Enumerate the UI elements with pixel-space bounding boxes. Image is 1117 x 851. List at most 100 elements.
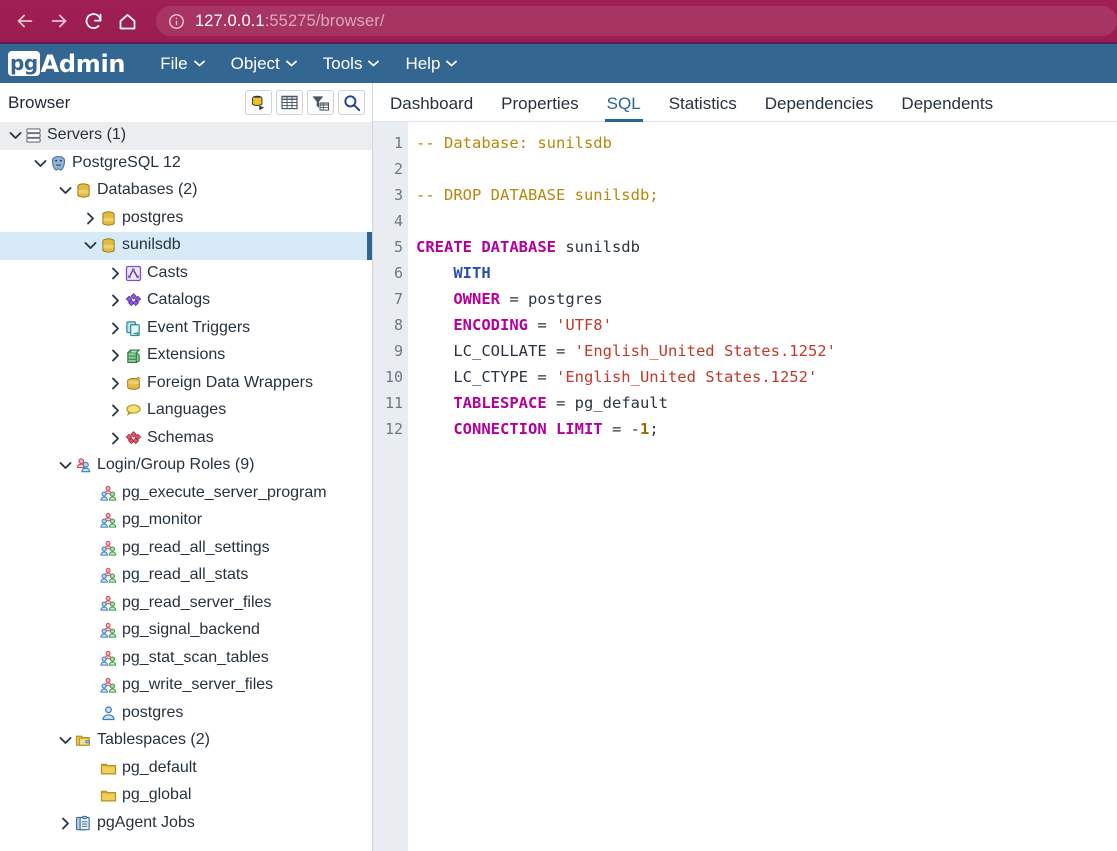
menu-help[interactable]: Help [392,44,470,83]
chevron-down-icon [446,60,458,67]
group-role-icon [99,511,118,530]
chevron-down-icon[interactable] [81,237,99,255]
tree-node-pg-execute-server-program[interactable]: pg_execute_server_program [0,480,372,508]
object-tree[interactable]: Servers (1) PostgreSQL 12 Databases (2) pos… [0,122,372,851]
chevron-right-icon[interactable] [106,347,124,365]
code-line: -- Database: sunilsdb [416,130,1117,156]
tab-label: Statistics [668,94,737,113]
tree-node-label: pg_default [122,758,197,776]
code-token-kw: CREATE DATABASE [416,238,556,256]
tab-dependents[interactable]: Dependents [887,95,1007,121]
tree-node-servers-1[interactable]: Servers (1) [0,122,372,150]
chevron-right-icon[interactable] [106,292,124,310]
view-data-button[interactable] [276,90,303,115]
code-line: -- DROP DATABASE sunilsdb; [416,182,1117,208]
chevron-down-icon [193,60,205,67]
tree-node-databases-2[interactable]: Databases (2) [0,177,372,205]
tree-node-foreign-data-wrappers[interactable]: Foreign Data Wrappers [0,370,372,398]
query-tool-button[interactable] [245,90,272,115]
tab-properties[interactable]: Properties [487,95,592,121]
chevron-right-icon[interactable] [106,402,124,420]
chevron-down-icon[interactable] [56,457,74,475]
info-circle-icon[interactable] [168,13,185,30]
home-button[interactable] [110,4,144,38]
sql-editor[interactable]: 1 2 3 4 5 6 7 8 9 10 11 12 -- Database: sunilsdb --… [373,122,1117,851]
chevron-down-icon[interactable] [56,182,74,200]
tree-node-pg-stat-scan-tables[interactable]: pg_stat_scan_tables [0,645,372,673]
tree-node-pgagent-jobs[interactable]: pgAgent Jobs [0,810,372,838]
tree-node-label: Schemas [147,428,214,446]
login-role-icon [99,704,118,723]
menu-object[interactable]: Object [218,44,310,83]
tree-node-catalogs[interactable]: Catalogs [0,287,372,315]
sql-code-area[interactable]: -- Database: sunilsdb -- DROP DATABASE s… [408,122,1117,851]
line-number-gutter: 1 2 3 4 5 6 7 8 9 10 11 12 [373,122,408,851]
line-number: 6 [393,264,403,282]
tree-node-label: PostgreSQL 12 [72,153,181,171]
tree-node-languages[interactable]: Languages [0,397,372,425]
tree-node-login-group-roles-9[interactable]: Login/Group Roles (9) [0,452,372,480]
chevron-right-icon[interactable] [106,429,124,447]
tab-dashboard[interactable]: Dashboard [376,95,487,121]
chevron-right-icon[interactable] [106,264,124,282]
tree-node-event-triggers[interactable]: Event Triggers [0,315,372,343]
tree-node-pg-signal-backend[interactable]: pg_signal_backend [0,617,372,645]
chevron-right-icon[interactable] [56,814,74,832]
tree-node-sunilsdb[interactable]: sunilsdb [0,232,372,260]
pgadmin-logo[interactable]: pg Admin [8,44,126,83]
reload-button[interactable] [76,4,110,38]
code-line: OWNER = postgres [416,286,1117,312]
address-bar[interactable]: 127.0.0.1:55275/browser/ [156,6,1117,36]
tree-node-pg-write-server-files[interactable]: pg_write_server_files [0,672,372,700]
tree-node-pg-monitor[interactable]: pg_monitor [0,507,372,535]
menu-file[interactable]: File [147,44,217,83]
tree-node-postgresql-12[interactable]: PostgreSQL 12 [0,150,372,178]
tree-node-label: pg_write_server_files [122,676,274,694]
tree-node-casts[interactable]: Casts [0,260,372,288]
chevron-down-icon[interactable] [31,154,49,172]
tree-node-pg-global[interactable]: pg_global [0,782,372,810]
code-token-plain: sunilsdb [555,238,640,256]
tree-node-postgres[interactable]: postgres [0,205,372,233]
tree-node-label: Extensions [147,346,226,364]
chevron-down-icon[interactable] [6,127,24,145]
tree-node-schemas[interactable]: Schemas [0,425,372,453]
forward-button[interactable] [42,4,76,38]
tree-node-pg-read-server-files[interactable]: pg_read_server_files [0,590,372,618]
tab-label: Dependents [901,94,994,113]
filtered-rows-button[interactable] [307,90,334,115]
code-token-kw: OWNER [453,290,500,308]
tree-node-pg-default[interactable]: pg_default [0,755,372,783]
back-button[interactable] [8,4,42,38]
detail-tabbar: Dashboard Properties SQL Statistics Dependen… [373,83,1117,122]
code-line: ENCODING = 'UTF8' [416,312,1117,338]
tree-node-tablespaces-2[interactable]: Tablespaces (2) [0,727,372,755]
event-trigger-icon [124,319,143,338]
tab-dependencies[interactable]: Dependencies [751,95,888,121]
search-objects-button[interactable] [338,90,365,115]
tab-sql[interactable]: SQL [593,95,655,122]
chevron-right-icon[interactable] [106,319,124,337]
tab-statistics[interactable]: Statistics [655,95,751,121]
tree-node-label: postgres [122,208,184,226]
code-token-comment: -- DROP DATABASE sunilsdb; [416,186,659,204]
servers-icon [24,126,43,145]
code-token-op: = [527,316,556,334]
tree-node-postgres[interactable]: postgres [0,700,372,728]
tree-node-extensions[interactable]: Extensions [0,342,372,370]
chevron-right-icon[interactable] [106,374,124,392]
chevron-down-icon[interactable] [56,732,74,750]
chevron-right-icon[interactable] [81,209,99,227]
tree-node-pg-read-all-settings[interactable]: pg_read_all_settings [0,535,372,563]
menu-tools[interactable]: Tools [310,44,393,83]
tree-node-pg-read-all-stats[interactable]: pg_read_all_stats [0,562,372,590]
